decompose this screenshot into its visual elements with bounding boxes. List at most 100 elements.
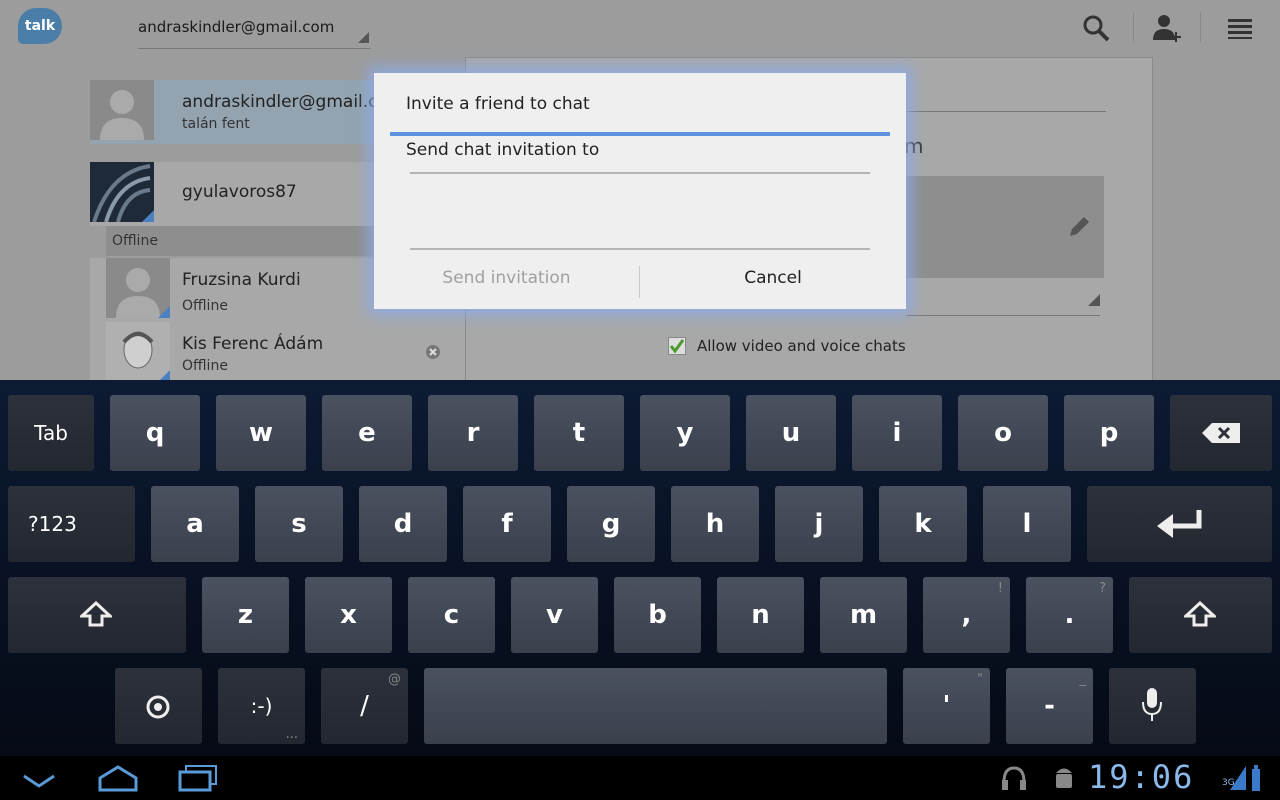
key-x[interactable]: x — [305, 577, 392, 653]
contact-name: andraskindler@gmail.com — [182, 92, 405, 112]
key-slash[interactable]: / @ — [321, 668, 408, 744]
key-j[interactable]: j — [775, 486, 863, 562]
key-c[interactable]: c — [408, 577, 495, 653]
key-f[interactable]: f — [463, 486, 551, 562]
avatar — [106, 322, 170, 380]
key-symbols[interactable]: ?123 — [8, 486, 135, 562]
key-hint: ! — [997, 581, 1003, 596]
key-m[interactable]: m — [820, 577, 907, 653]
invite-dialog: Invite a friend to chat Send chat invita… — [374, 73, 906, 309]
key-label: / — [360, 691, 369, 721]
shift-arrow-icon — [80, 601, 112, 627]
key-label: ' — [942, 691, 951, 721]
home-icon[interactable] — [96, 764, 140, 792]
key-w[interactable]: w — [216, 395, 306, 471]
key-hint: _ — [1079, 672, 1087, 687]
status-message-box[interactable] — [906, 176, 1104, 278]
android-debug-icon — [1056, 768, 1072, 788]
key-z[interactable]: z — [202, 577, 289, 653]
enter-arrow-icon — [1157, 510, 1202, 538]
default-avatar-icon — [100, 90, 144, 140]
settings-icon — [146, 695, 170, 719]
system-bar: 19:06 3G — [0, 756, 1280, 800]
key-tab[interactable]: Tab — [8, 395, 94, 471]
key-label: :-) — [250, 694, 273, 718]
key-shift-left[interactable] — [8, 577, 186, 653]
key-dash[interactable]: - _ — [1006, 668, 1093, 744]
checkmark-icon — [669, 339, 685, 354]
dropdown-corner-icon — [358, 32, 369, 43]
key-hint: " — [977, 672, 983, 687]
key-apostrophe[interactable]: ' " — [903, 668, 990, 744]
key-g[interactable]: g — [567, 486, 655, 562]
allow-video-checkbox[interactable] — [668, 337, 686, 355]
contact-status: Offline — [182, 358, 228, 374]
contact-name: gyulavoros87 — [182, 182, 297, 202]
key-period[interactable]: . ? — [1026, 577, 1113, 653]
key-y[interactable]: y — [640, 395, 730, 471]
key-hint: ? — [1099, 581, 1106, 596]
key-label: . — [1064, 600, 1075, 630]
key-enter[interactable] — [1087, 486, 1272, 562]
recent-apps-icon[interactable] — [176, 764, 220, 792]
avatar — [90, 80, 154, 140]
key-hint: @ — [388, 672, 401, 687]
toolbar-divider — [1200, 12, 1201, 42]
key-backspace[interactable] — [1170, 395, 1272, 471]
search-icon[interactable] — [1080, 12, 1112, 44]
key-settings[interactable] — [115, 668, 202, 744]
key-shift-right[interactable] — [1129, 577, 1272, 653]
battery-icon — [1252, 765, 1260, 791]
avatar — [106, 258, 170, 318]
avatar — [90, 162, 154, 222]
key-i[interactable]: i — [852, 395, 942, 471]
key-q[interactable]: q — [110, 395, 200, 471]
backspace-icon — [1202, 423, 1240, 443]
key-hint: ... — [285, 727, 298, 742]
key-e[interactable]: e — [322, 395, 412, 471]
signal-icon — [1230, 766, 1246, 790]
microphone-icon — [1142, 688, 1162, 721]
key-k[interactable]: k — [879, 486, 967, 562]
key-r[interactable]: r — [428, 395, 518, 471]
default-avatar-icon — [116, 268, 170, 318]
key-s[interactable]: s — [255, 486, 343, 562]
field-underline — [906, 315, 1100, 316]
key-u[interactable]: u — [746, 395, 836, 471]
back-icon[interactable] — [20, 764, 58, 792]
key-h[interactable]: h — [671, 486, 759, 562]
key-v[interactable]: v — [511, 577, 598, 653]
key-n[interactable]: n — [717, 577, 804, 653]
key-voice-input[interactable] — [1109, 668, 1196, 744]
action-bar: talk andraskindler@gmail.com — [0, 0, 1280, 56]
add-friend-icon[interactable] — [1150, 12, 1182, 44]
key-l[interactable]: l — [983, 486, 1071, 562]
contact-status: Offline — [182, 298, 228, 314]
shift-arrow-icon — [1184, 601, 1216, 627]
talk-logo[interactable]: talk — [18, 8, 62, 44]
key-o[interactable]: o — [958, 395, 1048, 471]
headset-icon — [1002, 766, 1026, 790]
key-b[interactable]: b — [614, 577, 701, 653]
cancel-button[interactable]: Cancel — [640, 258, 906, 298]
key-p[interactable]: p — [1064, 395, 1154, 471]
invitation-label: Send chat invitation to — [406, 140, 600, 160]
invitation-email-input[interactable] — [410, 172, 870, 250]
key-space[interactable] — [424, 668, 887, 744]
photo-avatar-icon — [92, 164, 154, 222]
remove-contact-icon[interactable] — [425, 344, 441, 360]
contact-item[interactable]: Kis Ferenc Ádám Offline — [90, 322, 465, 380]
edit-pencil-icon[interactable] — [1066, 214, 1092, 240]
key-t[interactable]: t — [534, 395, 624, 471]
soft-keyboard: Tab q w e r t y u i o p ?123 a s d f g h… — [0, 380, 1280, 756]
key-comma[interactable]: , ! — [923, 577, 1010, 653]
send-invitation-button[interactable]: Send invitation — [374, 258, 639, 298]
partial-text: m — [904, 134, 924, 158]
menu-icon[interactable] — [1225, 12, 1257, 44]
key-d[interactable]: d — [359, 486, 447, 562]
key-a[interactable]: a — [151, 486, 239, 562]
key-smiley[interactable]: :-) ... — [218, 668, 305, 744]
account-selector[interactable]: andraskindler@gmail.com — [138, 18, 334, 36]
allow-video-label: Allow video and voice chats — [697, 337, 906, 355]
field-underline — [906, 111, 1106, 112]
